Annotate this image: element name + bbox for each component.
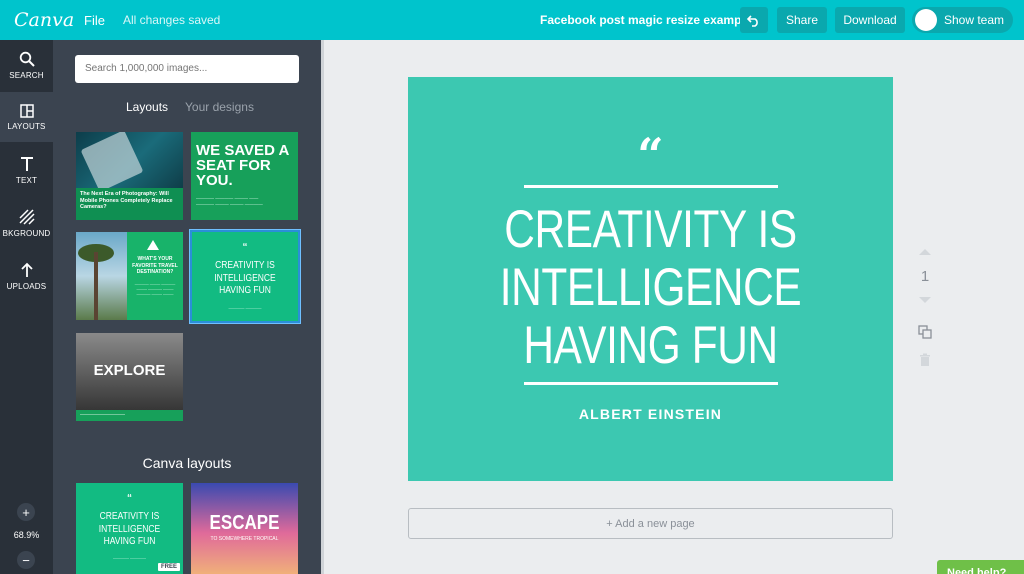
show-team-label: Show team [944,13,1005,27]
sailboat-icon [147,240,159,250]
move-page-up-icon[interactable] [919,249,931,255]
top-bar: Canva File All changes saved Facebook po… [0,0,1024,40]
rail-layouts-label: LAYOUTS [7,121,46,131]
quote-author[interactable]: ALBERT EINSTEIN [408,406,893,422]
rail-background[interactable]: BKGROUND [0,198,53,248]
share-button[interactable]: Share [777,7,827,33]
rail-uploads-label: UPLOADS [6,281,47,291]
layout-thumbnail-creativity-selected[interactable]: “ CREATIVITY IS INTELLIGENCE HAVING FUN … [190,230,300,323]
rail-text-label: TEXT [15,175,38,185]
zoom-in-button[interactable]: + [17,503,35,521]
top-divider[interactable] [524,185,778,188]
download-button[interactable]: Download [835,7,905,33]
bottom-divider[interactable] [524,382,778,385]
quote-icon: “ [242,242,248,253]
free-badge: FREE [157,563,180,571]
thumbnail-footer-bar: ————————— [76,410,183,421]
rail-layouts[interactable]: LAYOUTS [0,92,53,142]
layout-thumbnail-explore[interactable]: EXPLORE ————————— [76,333,183,421]
layout-thumbnail-saved-seat[interactable]: WE SAVED A SEAT FOR YOU. ———— ———— ——— —… [191,132,298,220]
help-button[interactable]: Need help? [937,560,1024,574]
tab-layouts[interactable]: Layouts [126,100,168,114]
thumbnail-subtitle: TO SOMEWHERE TROPICAL [210,536,279,542]
canva-layout-thumbnail-escape[interactable]: ESCAPE TO SOMEWHERE TROPICAL [191,483,298,574]
thumbnail-body-lines: ———— ———— ——— —— ———— ——— ——— ———— [196,196,263,208]
delete-page-icon[interactable] [919,353,931,367]
background-icon [18,208,35,225]
show-team-toggle[interactable]: Show team [912,7,1013,33]
thumbnail-author-line: ———— ———— [228,305,262,310]
duplicate-page-icon[interactable] [918,325,932,339]
quote-icon: “ [127,493,132,504]
zoom-out-button[interactable]: − [17,551,35,569]
thumbnail-quote: CREATIVITY IS INTELLIGENCE HAVING FUN [98,511,161,547]
layouts-icon [19,103,34,118]
tool-rail: SEARCH LAYOUTS TEXT BKGROUND UPLOADS + 6… [0,40,53,574]
undo-button[interactable] [740,7,768,33]
move-page-down-icon[interactable] [919,297,931,303]
thumbnail-headline: ESCAPE [209,512,280,534]
quote-mark[interactable]: “ [408,132,893,178]
layouts-panel: Layouts Your designs The Next Era of Pho… [53,40,321,574]
thumbnail-caption: The Next Era of Photography: Will Mobile… [80,191,173,211]
rail-search-label: SEARCH [9,70,44,80]
page-number: 1 [920,268,930,285]
zoom-level: 68.9% [13,530,40,540]
image-search-input[interactable] [75,55,299,83]
quote-line-2: INTELLIGENCE [499,258,802,317]
thumbnail-caption-bar: The Next Era of Photography: Will Mobile… [76,188,183,220]
add-page-button[interactable]: + Add a new page [408,508,893,539]
save-status: All changes saved [122,13,221,27]
quote-text[interactable]: CREATIVITY IS INTELLIGENCE HAVING FUN [457,201,845,375]
layout-thumbnail-photography[interactable]: The Next Era of Photography: Will Mobile… [76,132,183,220]
thumbnail-quote: CREATIVITY IS INTELLIGENCE HAVING FUN [214,260,276,296]
tab-your-designs[interactable]: Your designs [185,100,254,114]
section-title-canva-layouts: Canva layouts [142,455,232,471]
thumbnail-question: WHAT'S YOUR FAVORITE TRAVEL DESTINATION? [132,256,178,275]
thumbnail-author-line: ———— ———— [112,555,147,560]
rail-text[interactable]: TEXT [0,145,53,195]
search-icon [19,51,35,67]
canva-logo[interactable]: Canva [14,9,74,31]
thumbnail-body-lines: ———— ——— ———— ——— ———— ——— ———— ——— ——— [134,282,176,296]
palm-trunk [94,252,98,320]
panel-scrollbar[interactable] [321,40,324,574]
design-canvas[interactable]: “ CREATIVITY IS INTELLIGENCE HAVING FUN … [408,77,893,481]
thumbnail-headline: WE SAVED A SEAT FOR YOU. [196,142,289,189]
layout-thumbnail-travel[interactable]: WHAT'S YOUR FAVORITE TRAVEL DESTINATION?… [76,232,183,320]
upload-icon [20,262,33,277]
thumbnail-footer-line: ————————— [80,412,125,418]
rail-background-label: BKGROUND [2,228,51,238]
quote-line-3: HAVING FUN [523,316,778,375]
quote-line-1: CREATIVITY IS [504,200,797,259]
text-icon [20,156,33,171]
camera-image [80,132,144,192]
rail-uploads[interactable]: UPLOADS [0,251,53,301]
design-title[interactable]: Facebook post magic resize example [540,13,751,27]
toggle-knob [915,9,937,31]
undo-icon [747,15,758,27]
file-menu[interactable]: File [84,13,105,28]
rail-search[interactable]: SEARCH [0,40,53,90]
canva-layout-thumbnail-creativity[interactable]: “ CREATIVITY IS INTELLIGENCE HAVING FUN … [76,483,183,574]
thumbnail-headline: EXPLORE [93,362,166,379]
